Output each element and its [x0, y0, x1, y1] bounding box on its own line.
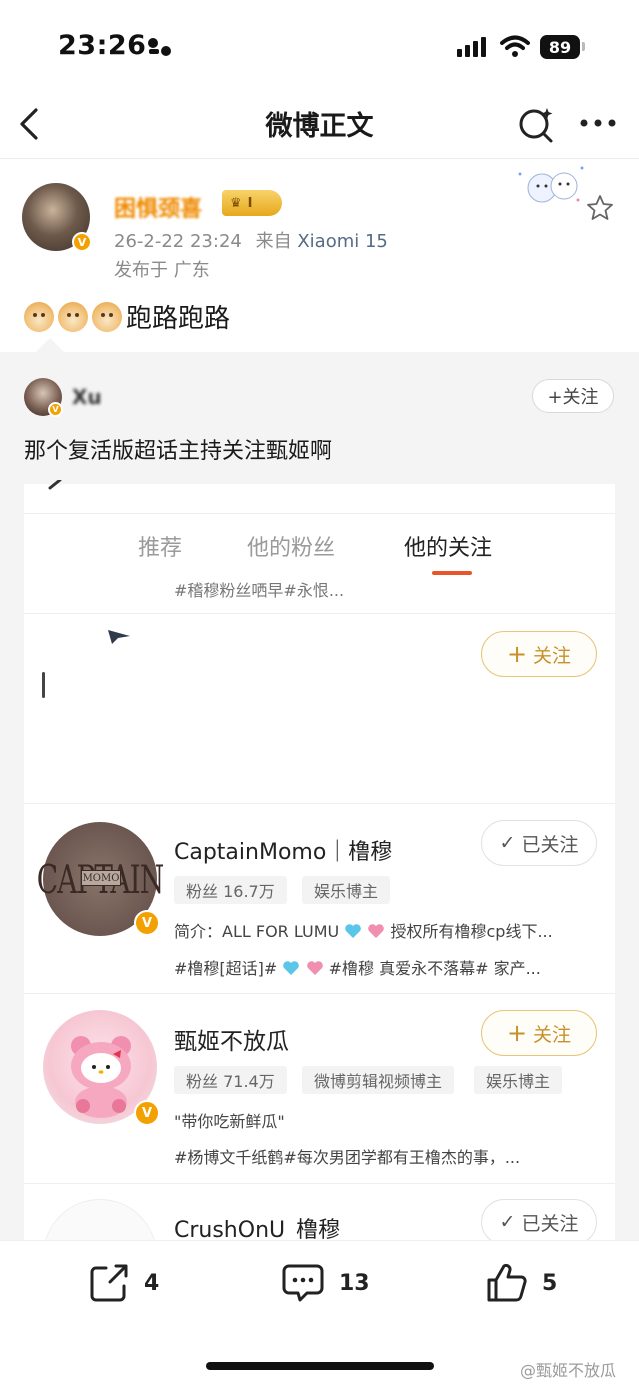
category-chip: 娱乐博主: [302, 876, 391, 904]
blue-heart-icon: [283, 961, 300, 975]
verified-badge-icon: V: [72, 232, 92, 252]
status-indicator-icon: [148, 38, 171, 56]
cellular-signal-icon: [457, 37, 486, 57]
plus-icon: +: [506, 640, 528, 668]
embedded-tag-line: #稽穆粉丝哂早#永恨...: [174, 581, 345, 600]
verified-badge-icon: V: [134, 910, 160, 936]
partial-avatar-edge: [42, 672, 45, 698]
status-time: 23:26: [58, 30, 147, 61]
blue-heart-icon: [345, 924, 362, 938]
plus-icon: +: [506, 1019, 528, 1047]
fans-count-chip: 粉丝 16.7万: [174, 876, 287, 904]
follow-button[interactable]: + 关注: [481, 631, 597, 677]
dog-emoji-icon: [24, 301, 54, 332]
repost-text: 那个复活版超话主持关注甄姬啊: [24, 439, 333, 464]
post-meta: 26-2-22 23:24 来自 Xiaomi 15: [114, 227, 388, 253]
user-name[interactable]: 甄姬不放瓜: [174, 1022, 289, 1056]
user-tags: #杨博文千纸鹤#每次男团学都有王橹杰的事，...: [174, 1148, 521, 1167]
home-indicator: [206, 1362, 434, 1370]
tab-his-following[interactable]: 他的关注: [404, 530, 492, 562]
post-time: 26-2-22 23:24: [114, 231, 242, 252]
member-crown-badge: ♛ I: [222, 190, 282, 216]
watermark: @甄姬不放瓜: [520, 1361, 617, 1380]
cursor-arrow-icon: [108, 630, 130, 644]
tags-prefix: #橹穆[超话]#: [174, 959, 278, 978]
comment-count: 13: [339, 1270, 370, 1296]
source-prefix: 来自: [255, 231, 292, 252]
battery-tip: [582, 42, 585, 51]
embedded-divider: [24, 993, 615, 994]
nav-divider: [0, 158, 639, 159]
followed-button[interactable]: ✓ 已关注: [481, 1199, 597, 1245]
user-name[interactable]: CaptainMomo｜橹穆: [174, 834, 392, 866]
wifi-icon: [500, 35, 530, 57]
post-text-row: 跑路跑路: [24, 298, 230, 335]
check-icon: ✓: [499, 832, 516, 854]
embedded-topline: [24, 484, 615, 514]
desc-prefix: 简介：ALL FOR LUMU: [174, 922, 340, 941]
followed-label: 已关注: [521, 833, 579, 856]
verified-badge-icon: V: [134, 1100, 160, 1126]
user-description: 简介：ALL FOR LUMU 授权所有橹穆cp线下...: [174, 918, 553, 942]
follow-button[interactable]: +关注: [532, 379, 614, 413]
follow-label: 关注: [533, 1023, 572, 1046]
share-button[interactable]: 4: [88, 1262, 159, 1304]
battery-indicator: 89: [540, 35, 580, 59]
like-button[interactable]: 5: [486, 1262, 557, 1304]
thumbs-up-icon: [487, 1263, 527, 1302]
follow-label: 关注: [533, 644, 572, 667]
level-badge-text: I: [247, 195, 253, 211]
dog-emoji-icon: [92, 301, 122, 332]
post-source: Xiaomi 15: [297, 231, 388, 252]
tab-recommend[interactable]: 推荐: [138, 530, 182, 562]
more-options-icon[interactable]: [579, 118, 617, 128]
tab-his-fans[interactable]: 他的粉丝: [247, 530, 335, 562]
comment-icon: [282, 1264, 324, 1302]
user-description: "带你吃新鲜瓜": [174, 1112, 285, 1131]
dog-emoji-icon: [58, 301, 88, 332]
category-chip: 娱乐博主: [474, 1066, 563, 1094]
search-icon[interactable]: [516, 104, 556, 144]
post-location: 发布于 广东: [114, 260, 210, 281]
desc-suffix: 授权所有橹穆cp线下...: [390, 922, 553, 941]
category-chip: 微博剪辑视频博主: [302, 1066, 455, 1094]
followed-label: 已关注: [521, 1212, 579, 1235]
check-icon: ✓: [499, 1211, 516, 1233]
embedded-divider: [24, 803, 615, 804]
like-count: 5: [542, 1270, 558, 1296]
active-tab-indicator: [432, 571, 472, 575]
favorite-star-icon[interactable]: [585, 193, 615, 223]
pink-heart-icon: [306, 961, 323, 975]
user-tags: #橹穆[超话]# #橹穆 真爱永不落幕# 家产...: [174, 955, 541, 979]
pink-heart-icon: [368, 924, 385, 938]
followed-button[interactable]: ✓ 已关注: [481, 820, 597, 866]
author-username[interactable]: 困惧颈喜: [114, 191, 202, 223]
action-bar-divider: [0, 1240, 639, 1241]
embedded-divider: [24, 613, 615, 614]
embedded-divider: [24, 1183, 615, 1184]
follow-button[interactable]: + 关注: [481, 1010, 597, 1056]
repost-author-name[interactable]: Xu: [72, 385, 102, 409]
verified-badge-icon: V: [48, 402, 63, 417]
decorative-sticker-icon: [518, 166, 584, 203]
fans-count-chip: 粉丝 71.4万: [174, 1066, 287, 1094]
post-text: 跑路跑路: [126, 304, 231, 334]
share-icon: [90, 1264, 128, 1302]
embedded-back-icon: [48, 480, 62, 490]
share-count: 4: [144, 1270, 160, 1296]
tags-suffix: #橹穆 真爱永不落幕# 家产...: [328, 959, 541, 978]
comment-button[interactable]: 13: [281, 1262, 370, 1304]
